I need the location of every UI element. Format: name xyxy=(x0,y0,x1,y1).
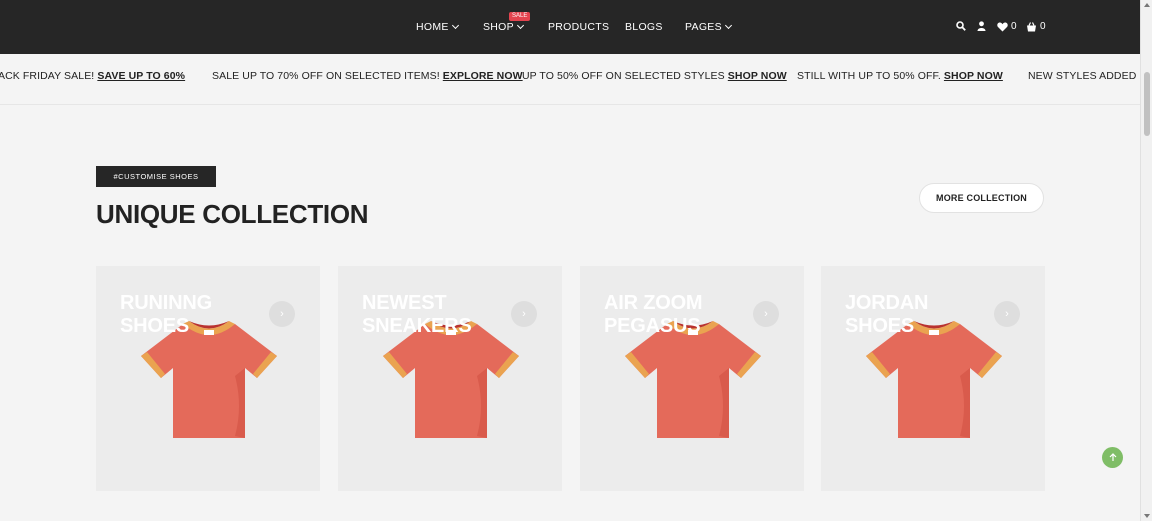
collection-card[interactable]: RUNINNG SHOES › xyxy=(96,266,320,491)
ticker-text: UP TO 50% OFF ON SELECTED STYLES xyxy=(522,70,728,82)
search-icon xyxy=(956,21,966,31)
chevron-down-icon xyxy=(516,21,525,30)
nav-products[interactable]: PRODUCTS xyxy=(548,21,609,33)
nav-home[interactable]: HOME xyxy=(416,21,459,33)
chevron-right-icon: › xyxy=(522,308,526,320)
ticker-text: NEW STYLES ADDED IN xyxy=(1028,70,1140,82)
nav-pages-label: PAGES xyxy=(685,21,722,33)
wishlist-count: 0 xyxy=(1011,21,1017,32)
more-collection-button[interactable]: MORE COLLECTION xyxy=(919,183,1044,213)
card-title: JORDAN SHOES xyxy=(845,292,929,337)
back-to-top-button[interactable] xyxy=(1102,447,1123,468)
chevron-right-icon: › xyxy=(1005,308,1009,320)
card-arrow-button[interactable]: › xyxy=(753,301,779,327)
ticker-link[interactable]: EXPLORE NOW xyxy=(443,70,523,82)
ticker-link[interactable]: SHOP NOW xyxy=(944,70,1003,82)
ticker-item: SALE UP TO 70% OFF ON SELECTED ITEMS! EX… xyxy=(212,70,523,82)
heart-icon xyxy=(997,22,1008,31)
user-icon xyxy=(977,21,986,31)
nav-blogs[interactable]: BLOGS xyxy=(625,21,663,33)
cart-button[interactable]: 0 xyxy=(1026,21,1046,32)
section-title: UNIQUE COLLECTION xyxy=(96,199,369,229)
ticker-item: UP TO 50% OFF ON SELECTED STYLES SHOP NO… xyxy=(522,70,787,82)
ticker-link[interactable]: SAVE UP TO 60% xyxy=(97,70,185,82)
collection-card[interactable]: JORDAN SHOES › xyxy=(821,266,1045,491)
card-title: NEWEST SNEAKERS xyxy=(362,292,472,337)
ticker-text: STILL WITH UP TO 50% OFF. xyxy=(797,70,944,82)
collection-card[interactable]: AIR ZOOM PEGASUS › xyxy=(580,266,804,491)
cart-count: 0 xyxy=(1040,21,1046,32)
nav-shop[interactable]: SHOP xyxy=(483,21,525,33)
ticker-link[interactable]: SHOP NOW xyxy=(728,70,787,82)
promo-ticker: ACK FRIDAY SALE! SAVE UP TO 60% SALE UP … xyxy=(0,54,1140,105)
ticker-item: NEW STYLES ADDED IN TH xyxy=(1028,70,1140,82)
arrow-up-icon xyxy=(1109,453,1116,461)
cart-icon xyxy=(1027,21,1036,31)
collection-card[interactable]: NEWEST SNEAKERS › xyxy=(338,266,562,491)
ticker-text: ACK FRIDAY SALE! xyxy=(0,70,98,82)
nav-shop-label: SHOP xyxy=(483,21,514,33)
chevron-right-icon: › xyxy=(764,308,768,320)
sale-badge: SALE xyxy=(509,12,531,21)
nav-home-label: HOME xyxy=(416,21,449,33)
scroll-up-arrow-icon[interactable] xyxy=(1144,3,1150,7)
scrollbar-thumb[interactable] xyxy=(1144,72,1150,136)
chevron-down-icon xyxy=(451,21,459,30)
nav-pages[interactable]: PAGES xyxy=(685,21,732,33)
chevron-down-icon xyxy=(724,21,732,30)
card-arrow-button[interactable]: › xyxy=(994,301,1020,327)
section-tag: #CUSTOMISE SHOES xyxy=(96,166,216,187)
scroll-down-arrow-icon[interactable] xyxy=(1144,514,1150,518)
chevron-right-icon: › xyxy=(280,308,284,320)
card-arrow-button[interactable]: › xyxy=(511,301,537,327)
account-button[interactable] xyxy=(977,21,986,31)
ticker-text: SALE UP TO 70% OFF ON SELECTED ITEMS! xyxy=(212,70,443,82)
wishlist-button[interactable]: 0 xyxy=(997,21,1017,32)
card-title: AIR ZOOM PEGASUS xyxy=(604,292,703,337)
vertical-scrollbar[interactable] xyxy=(1140,0,1152,521)
card-title: RUNINNG SHOES xyxy=(120,292,212,337)
ticker-item: STILL WITH UP TO 50% OFF. SHOP NOW xyxy=(797,70,1003,82)
card-arrow-button[interactable]: › xyxy=(269,301,295,327)
top-navigation-bar: HOME SHOP SALE PRODUCTS BLOGS PAGES 0 0 xyxy=(0,0,1140,54)
ticker-item: ACK FRIDAY SALE! SAVE UP TO 60% xyxy=(0,70,185,82)
search-button[interactable] xyxy=(956,21,966,31)
